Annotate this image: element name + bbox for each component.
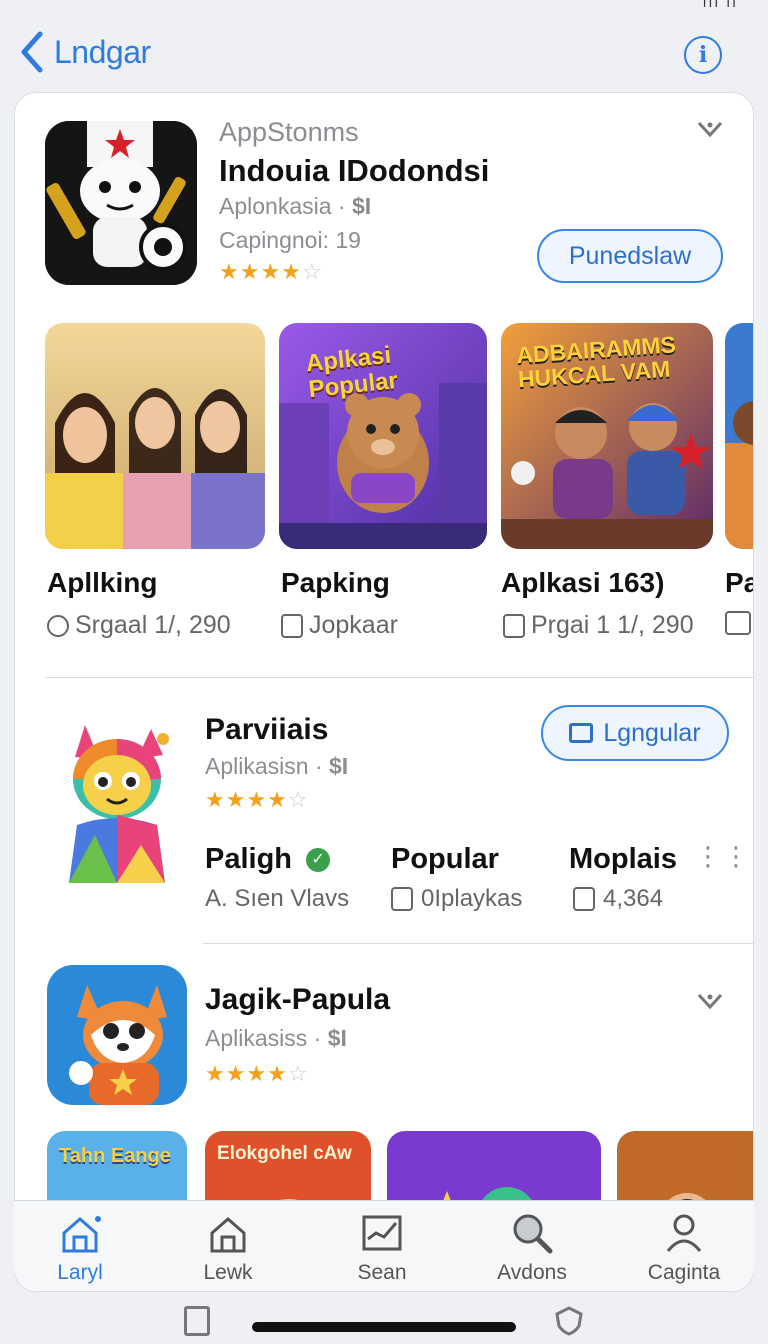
tab-sean-label: Sean	[357, 1261, 407, 1284]
tab-avdons-label: Avdons	[497, 1261, 567, 1284]
app-list-card: AppStonms Indouia IDodondsi Aplonkasia ·…	[14, 92, 754, 1292]
separator-dot: ·	[313, 1025, 328, 1051]
third-app-icon[interactable]	[47, 965, 187, 1105]
second-app-category-row: Aplikasisn · $I	[205, 753, 348, 780]
screenshot-2-subtitle: Jopkaar	[309, 611, 398, 639]
tab-sean[interactable]: Sean	[322, 1211, 442, 1285]
verified-check-icon: ✓	[306, 847, 331, 872]
tab-laryl-label: Laryl	[57, 1261, 103, 1284]
screenshot-1-subtitle: Srgaal 1/, 290	[75, 611, 231, 639]
stat-3-title: Moplais	[569, 843, 677, 875]
third-app-thumb-2-banner: Elokgohel cAw	[217, 1143, 352, 1164]
second-app-name[interactable]: Parviiais	[205, 713, 328, 747]
screenshot-2[interactable]: Aplkasi Popular	[279, 323, 487, 549]
person-icon	[662, 1211, 706, 1255]
chevron-down-icon[interactable]	[695, 989, 725, 1013]
second-app-action-label: Lgngular	[603, 718, 701, 747]
price-badge: $I	[351, 193, 372, 219]
featured-app-name[interactable]: Indouia IDodondsi	[219, 153, 489, 189]
signal-icon: ııı ıı	[702, 0, 738, 10]
info-icon[interactable]: i	[684, 36, 722, 74]
screenshot-4-subtitle-row	[725, 611, 751, 635]
chart-icon	[360, 1211, 404, 1255]
home-icon	[58, 1211, 102, 1255]
shield-icon[interactable]	[555, 1306, 583, 1336]
stat-3-subtitle: 4,364	[603, 885, 664, 912]
featured-star-rating: ★★★★☆	[219, 259, 323, 284]
screenshot-4[interactable]	[725, 323, 753, 549]
price-badge: $I	[327, 1025, 347, 1051]
tab-lewk-label: Lewk	[203, 1261, 253, 1284]
screenshot-3-title: Aplkasi 163)	[501, 567, 665, 598]
recent-apps-button[interactable]	[184, 1306, 210, 1336]
screenshot-1[interactable]	[45, 323, 265, 549]
tab-bar: Laryl Lewk Sean Avdons Caginta	[14, 1200, 754, 1290]
search-icon	[510, 1211, 554, 1255]
screenshot-3[interactable]: ADBAIRAMMS HUKCAL VAM	[501, 323, 713, 549]
stat-2-title: Popular	[391, 843, 499, 875]
featured-category-row: Aplonkasia · $I	[219, 193, 371, 220]
featured-get-button[interactable]: Punedslaw	[537, 229, 723, 283]
doc-icon	[281, 613, 303, 638]
stat-1-title: Paligh	[205, 843, 293, 875]
more-options-icon[interactable]: ⋮⋮⋮	[695, 841, 753, 872]
third-app-name[interactable]: Jagik-Papula	[205, 983, 390, 1017]
screenshot-2-title: Papking	[281, 567, 390, 598]
screenshot-2-subtitle-row: Jopkaar	[281, 611, 398, 640]
bookmark-icon	[391, 887, 413, 911]
tab-laryl[interactable]: Laryl	[20, 1211, 140, 1285]
divider	[45, 677, 753, 678]
stat-2-subtitle: 0Iplaykas	[421, 885, 523, 912]
screenshot-1-title: Apllking	[47, 567, 158, 598]
home-indicator[interactable]	[252, 1322, 516, 1332]
stat-1-subtitle: A. Sıen Vlavs	[205, 885, 350, 912]
price-badge: $I	[329, 753, 349, 779]
navigation-bar: Lndgar i	[0, 20, 768, 88]
tab-lewk[interactable]: Lewk	[168, 1211, 288, 1285]
bookmark-icon	[573, 887, 595, 911]
second-app-star-rating: ★★★★☆	[205, 787, 309, 812]
featured-rating-count: Capingnoi: 19	[219, 227, 361, 253]
back-button[interactable]: Lndgar	[18, 30, 151, 74]
tab-caginta[interactable]: Caginta	[624, 1211, 744, 1285]
featured-app-icon[interactable]	[45, 121, 197, 285]
stat-3-subtitle-row: 4,364	[573, 885, 663, 913]
third-app-thumb-1-banner: Tahn Eange	[59, 1145, 171, 1167]
second-app-action-button[interactable]: Lgngular	[541, 705, 729, 761]
third-app-category-row: Aplikasiss · $I	[205, 1025, 347, 1052]
status-bar: ııı ıı	[0, 0, 768, 20]
separator-dot: ·	[314, 753, 329, 779]
doc-icon	[503, 613, 525, 638]
featured-category: Aplonkasia	[219, 193, 332, 219]
screenshot-3-subtitle-row: Prgai 1 1/, 290	[503, 611, 694, 640]
chevron-down-icon[interactable]	[695, 117, 725, 141]
clock-icon	[47, 614, 69, 637]
third-app-category: Aplikasiss	[205, 1025, 308, 1051]
screenshot-3-subtitle: Prgai 1 1/, 290	[531, 611, 694, 639]
house-outline-icon	[206, 1211, 250, 1255]
tab-caginta-label: Caginta	[647, 1261, 721, 1284]
stat-1-title-row: Paligh ✓	[205, 843, 331, 876]
image-icon	[725, 611, 751, 635]
tab-avdons[interactable]: Avdons	[472, 1211, 592, 1285]
divider	[203, 943, 753, 944]
stat-2-subtitle-row: 0Iplaykas	[391, 885, 522, 913]
list-icon	[569, 723, 594, 743]
second-app-category: Aplikasisn	[205, 753, 309, 779]
second-app-icon[interactable]	[55, 715, 177, 895]
chevron-left-icon	[18, 30, 46, 74]
separator-dot: ·	[337, 193, 352, 219]
third-app-star-rating: ★★★★☆	[205, 1061, 309, 1086]
screenshot-1-subtitle-row: Srgaal 1/, 290	[47, 611, 231, 640]
back-label: Lndgar	[54, 33, 151, 70]
screenshot-4-title: Pa	[725, 567, 753, 598]
featured-developer: AppStonms	[219, 117, 359, 147]
